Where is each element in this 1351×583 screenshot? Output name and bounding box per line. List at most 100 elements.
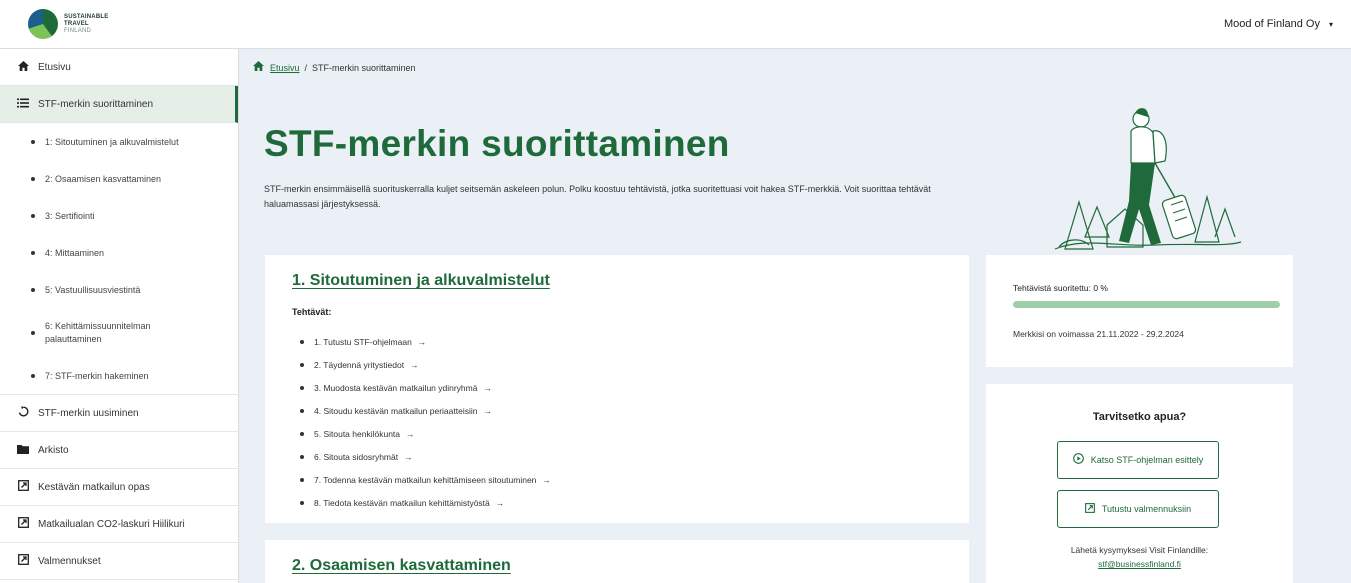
task-link[interactable]: 1. Tutustu STF-ohjelmaan → [292, 330, 551, 353]
sidebar: Etusivu STF-merkin suorittaminen 1: Sito… [0, 49, 239, 583]
step-2-title-link[interactable]: 2. Osaamisen kasvattaminen [292, 557, 511, 575]
task-link[interactable]: 4. Sitoudu kestävän matkailun periaattei… [292, 399, 551, 422]
logo-line-1: SUSTAINABLE [64, 13, 109, 20]
tasks-label: Tehtävät: [292, 307, 332, 317]
help-email-link[interactable]: stf@businessfinland.fi [986, 559, 1293, 569]
sidebar-item-home[interactable]: Etusivu [0, 49, 238, 86]
step-1-card: 1. Sitoutuminen ja alkuvalmistelut Tehtä… [265, 255, 969, 523]
external-link-icon [16, 554, 30, 568]
bullet [300, 431, 304, 436]
arrow-right-icon: → [404, 451, 413, 462]
sidebar-subitem-label: 7: STF-merkin hakeminen [45, 371, 149, 381]
progress-label: Tehtävistä suoritettu: 0 % [1013, 283, 1108, 293]
sidebar-item-label: STF-merkin suorittaminen [38, 98, 154, 110]
step-2-card: 2. Osaamisen kasvattaminen [265, 540, 969, 583]
task-label: 4. Sitoudu kestävän matkailun periaattei… [314, 405, 478, 416]
task-list: 1. Tutustu STF-ohjelmaan → 2. Täydennä yr… [292, 330, 551, 514]
sidebar-subitem-label: 5: Vastuullisuusviestintä [45, 284, 141, 295]
sidebar-item-label: Arkisto [38, 444, 69, 456]
sidebar-item-sustainable-travel-guide[interactable]: Kestävän matkailun opas [0, 469, 238, 506]
bullet [31, 213, 35, 218]
button-label: Tutustu valmennuksiin [1101, 504, 1192, 514]
org-name: Mood of Finland Oy [1223, 18, 1320, 30]
task-label: 3. Muodosta kestävän matkailun ydinryhmä [314, 382, 478, 393]
task-label: 8. Tiedota kestävän matkailun kehittämis… [314, 497, 490, 508]
progress-card: Tehtävistä suoritettu: 0 % Merkkisi on v… [986, 255, 1293, 367]
view-program-intro-button[interactable]: Katso STF-ohjelman esittely [1057, 441, 1219, 479]
sidebar-subitem-step-1[interactable]: 1: Sitoutuminen ja alkuvalmistelut [0, 123, 238, 160]
task-link[interactable]: 7. Todenna kestävän matkailun kehittämis… [292, 468, 551, 491]
sidebar-item-label: Matkailualan CO2-laskuri Hiilikuri [38, 518, 185, 530]
external-link-icon [1084, 502, 1095, 516]
task-link[interactable]: 2. Täydennä yritystiedot → [292, 353, 551, 376]
task-link[interactable]: 8. Tiedota kestävän matkailun kehittämis… [292, 491, 551, 514]
sidebar-item-stf-completion[interactable]: STF-merkin suorittaminen [0, 86, 238, 123]
progress-bar [1013, 301, 1280, 308]
task-link[interactable]: 3. Muodosta kestävän matkailun ydinryhmä… [292, 376, 551, 399]
breadcrumb-separator: / [304, 62, 308, 73]
logo-text: SUSTAINABLE TRAVEL FINLAND [64, 14, 108, 35]
arrow-right-icon: → [406, 428, 415, 439]
sidebar-subitem-label: 1: Sitoutuminen ja alkuvalmistelut [45, 136, 179, 147]
bullet [300, 408, 304, 413]
help-title: Tarvitsetko apua? [1092, 411, 1187, 423]
bullet [300, 339, 304, 344]
external-link-icon [16, 480, 30, 494]
folder-icon [16, 444, 30, 457]
sidebar-item-co2-calculator[interactable]: Matkailualan CO2-laskuri Hiilikuri [0, 506, 238, 543]
external-link-icon [16, 517, 30, 531]
bullet [31, 331, 35, 335]
page-title: STF-merkin suorittaminen [264, 123, 730, 164]
sidebar-item-label: STF-merkin uusiminen [38, 407, 139, 419]
step-1-title-link[interactable]: 1. Sitoutuminen ja alkuvalmistelut [292, 272, 550, 290]
org-switcher[interactable]: Mood of Finland Oy ▾ [1224, 18, 1333, 30]
arrow-right-icon: → [495, 497, 505, 508]
explore-trainings-button[interactable]: Tutustu valmennuksiin [1057, 490, 1219, 528]
bullet [31, 139, 35, 144]
bullet [31, 250, 35, 255]
sidebar-item-stf-renewal[interactable]: STF-merkin uusiminen [0, 395, 238, 432]
bullet [31, 176, 35, 181]
button-label: Katso STF-ohjelman esittely [1090, 455, 1204, 465]
badge-validity: Merkkisi on voimassa 21.11.2022 - 29.2.2… [1013, 329, 1184, 339]
task-label: 7. Todenna kestävän matkailun kehittämis… [314, 474, 537, 485]
task-link[interactable]: 5. Sitouta henkilökunta → [292, 422, 551, 445]
traveler-illustration [1045, 97, 1245, 257]
top-bar: SUSTAINABLE TRAVEL FINLAND Mood of Finla… [0, 0, 1351, 49]
sidebar-subitem-step-4[interactable]: 4: Mittaaminen [0, 234, 238, 271]
home-icon [253, 61, 264, 74]
logo[interactable]: SUSTAINABLE TRAVEL FINLAND [28, 9, 108, 39]
help-card: Tarvitsetko apua? Katso STF-ohjelman esi… [986, 384, 1293, 583]
task-label: 5. Sitouta henkilökunta [314, 428, 401, 439]
sidebar-item-trainings[interactable]: Valmennukset [0, 543, 238, 580]
list-icon [16, 98, 30, 111]
chevron-down-icon: ▾ [1328, 19, 1333, 29]
arrow-right-icon: → [417, 336, 427, 347]
bullet [300, 385, 304, 390]
bullet [31, 374, 35, 378]
task-label: 2. Täydennä yritystiedot [314, 359, 405, 370]
sidebar-subitem-label: 2: Osaamisen kasvattaminen [45, 173, 162, 184]
logo-line-3: FINLAND [64, 27, 92, 34]
sidebar-subitem-step-6[interactable]: 6: Kehittämissuunnitelman palauttaminen [0, 308, 238, 358]
sidebar-subitem-step-5[interactable]: 5: Vastuullisuusviestintä [0, 271, 238, 308]
logo-line-2: TRAVEL [64, 20, 89, 27]
sidebar-item-archive[interactable]: Arkisto [0, 432, 238, 469]
sidebar-subitem-step-7[interactable]: 7: STF-merkin hakeminen [0, 358, 238, 395]
arrow-right-icon: → [542, 474, 551, 485]
refresh-icon [16, 406, 30, 420]
sidebar-item-label: Kestävän matkailun opas [38, 481, 150, 493]
bullet [31, 287, 35, 292]
bullet [300, 454, 304, 459]
bullet [300, 477, 304, 482]
page-intro: STF-merkin ensimmäisellä suorituskerrall… [264, 184, 931, 209]
sidebar-subitem-label: 4: Mittaaminen [45, 247, 105, 258]
sidebar-subitem-step-3[interactable]: 3: Sertifiointi [0, 197, 238, 234]
sidebar-subitem-label: 6: Kehittämissuunnitelman palauttaminen [45, 321, 151, 344]
breadcrumb-home-link[interactable]: Etusivu [270, 63, 300, 73]
task-link[interactable]: 6. Sitouta sidosryhmät → [292, 445, 551, 468]
sidebar-subitem-step-2[interactable]: 2: Osaamisen kasvattaminen [0, 160, 238, 197]
bullet [300, 500, 304, 505]
arrow-right-icon: → [483, 382, 492, 393]
play-circle-icon [1072, 453, 1084, 467]
